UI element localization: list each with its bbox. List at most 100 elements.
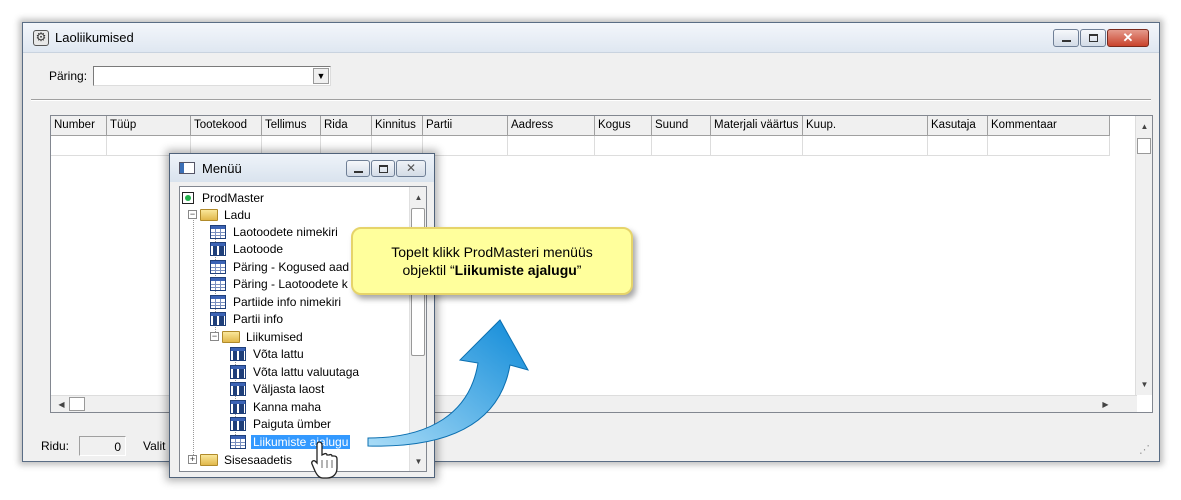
app-gear-icon: ⚙ — [33, 30, 49, 46]
table-cell[interactable] — [508, 136, 595, 156]
form-icon — [230, 399, 246, 414]
tree-node-ladu[interactable]: − Ladu — [188, 206, 253, 223]
scroll-right-icon[interactable]: ▶ — [1097, 396, 1114, 413]
form-icon — [230, 364, 246, 379]
collapse-icon[interactable]: − — [210, 332, 219, 341]
tree-node-sisesaadetis[interactable]: + Sisesaadetis — [188, 451, 294, 468]
column-header[interactable]: Kuup. — [803, 116, 928, 136]
resize-grip-icon[interactable]: ⋰ — [1139, 444, 1151, 456]
scroll-up-icon[interactable]: ▲ — [410, 189, 426, 206]
tree-item-vota-lattu[interactable]: Võta lattu — [230, 345, 306, 362]
tree-root[interactable]: ProdMaster — [182, 189, 266, 206]
tree-item-label: Partii info — [233, 311, 284, 326]
grid-header: Number Tüüp Tootekood Tellimus Rida Kinnitus P… — [51, 116, 1113, 136]
callout-line1: Topelt klikk ProdMasteri menüüs — [391, 244, 593, 260]
minimize-icon — [354, 171, 363, 173]
table-cell[interactable] — [652, 136, 711, 156]
column-header[interactable]: Tüüp — [107, 116, 191, 136]
table-cell[interactable] — [711, 136, 803, 156]
maximize-button[interactable] — [1080, 29, 1106, 47]
table-icon — [210, 276, 226, 291]
scroll-down-icon[interactable]: ▼ — [1136, 376, 1153, 393]
column-header[interactable]: Kogus — [595, 116, 652, 136]
column-header[interactable]: Tellimus — [262, 116, 321, 136]
table-cell[interactable] — [51, 136, 107, 156]
minimize-button[interactable] — [1053, 29, 1079, 47]
tree-item-paiguta-umber[interactable]: Paiguta ümber — [230, 415, 333, 432]
table-cell[interactable] — [423, 136, 508, 156]
scroll-down-icon[interactable]: ▼ — [410, 453, 426, 470]
table-cell[interactable] — [803, 136, 928, 156]
column-header[interactable]: Aadress — [508, 116, 595, 136]
tree-node-liikumised[interactable]: − Liikumised — [210, 328, 305, 345]
hand-cursor-icon — [311, 441, 338, 479]
table-cell[interactable] — [595, 136, 652, 156]
scroll-left-icon[interactable]: ◀ — [53, 396, 70, 413]
table-icon — [230, 434, 246, 449]
form-icon — [230, 381, 246, 396]
menu-close-button[interactable]: ✕ — [396, 160, 426, 177]
separator — [31, 99, 1151, 101]
table-icon — [210, 224, 226, 239]
tree-node-label: Liikumised — [246, 329, 303, 344]
collapse-icon[interactable]: − — [188, 210, 197, 219]
column-header[interactable]: Kasutaja — [928, 116, 988, 136]
curved-arrow-icon — [367, 319, 530, 447]
tree-item-laotoodete-nimekiri[interactable]: Laotoodete nimekiri — [210, 223, 340, 240]
scroll-up-icon[interactable]: ▲ — [1136, 118, 1153, 135]
menu-minimize-button[interactable] — [346, 160, 370, 177]
tree-item-valjasta-laost[interactable]: Väljasta laost — [230, 380, 326, 397]
menu-title: Menüü — [202, 161, 242, 176]
column-header[interactable]: Materjali väärtus — [711, 116, 803, 136]
column-header[interactable]: Kinnitus — [372, 116, 423, 136]
prodmaster-icon — [182, 191, 194, 204]
column-header[interactable]: Tootekood — [191, 116, 262, 136]
tree-item-label: Laotoode — [233, 241, 284, 256]
tree-item-partii-info[interactable]: Partii info — [210, 310, 285, 327]
scroll-thumb[interactable] — [1137, 138, 1151, 154]
table-icon — [210, 259, 226, 274]
column-header[interactable]: Rida — [321, 116, 372, 136]
column-header[interactable]: Partii — [423, 116, 508, 136]
close-button[interactable]: ✕ — [1107, 29, 1149, 47]
menu-titlebar[interactable]: Menüü ✕ — [170, 154, 434, 182]
vertical-scrollbar[interactable]: ▲ ▼ — [1135, 116, 1152, 395]
rows-label: Ridu: — [41, 439, 70, 453]
query-dropdown[interactable]: ▼ — [93, 66, 331, 86]
tree-item-partiide-info[interactable]: Partiide info nimekiri — [210, 293, 343, 310]
tree-node-label: Ladu — [224, 207, 251, 222]
column-header[interactable]: Suund — [652, 116, 711, 136]
menu-maximize-button[interactable] — [371, 160, 395, 177]
maximize-icon — [1089, 34, 1098, 42]
table-cell[interactable] — [928, 136, 988, 156]
callout-line2: objektil “Liikumiste ajalugu” — [353, 261, 631, 279]
tree-item-label: Laotoodete nimekiri — [233, 224, 338, 239]
tree-item-label: Paiguta ümber — [253, 416, 332, 431]
tree-item-label: Päring - Laotoodete k — [233, 276, 348, 291]
tree-item-label: Päring - Kogused aad — [233, 259, 350, 274]
tree-root-label: ProdMaster — [202, 190, 265, 205]
tree-item-paring-laotoodete[interactable]: Päring - Laotoodete k — [210, 275, 350, 292]
tree-connector — [193, 213, 194, 459]
tree-item-paring-kogused[interactable]: Päring - Kogused aad — [210, 258, 351, 275]
form-icon — [210, 311, 226, 326]
minimize-icon — [1062, 40, 1071, 42]
instruction-callout: Topelt klikk ProdMasteri menüüs objektil… — [351, 227, 633, 295]
tree-item-kanna-maha[interactable]: Kanna maha — [230, 398, 323, 415]
rows-count: 0 — [79, 436, 126, 456]
column-header[interactable]: Kommentaar — [988, 116, 1110, 136]
folder-icon — [200, 453, 218, 466]
close-icon: ✕ — [1122, 30, 1134, 45]
close-icon: ✕ — [405, 161, 417, 175]
dropdown-arrow-icon[interactable]: ▼ — [313, 68, 329, 84]
expand-icon[interactable]: + — [188, 455, 197, 464]
column-header[interactable]: Number — [51, 116, 107, 136]
window-titlebar[interactable]: ⚙ Laoliikumised ✕ — [23, 23, 1159, 53]
scroll-thumb[interactable] — [69, 397, 85, 411]
table-cell[interactable] — [988, 136, 1110, 156]
callout-suffix: ” — [576, 262, 582, 278]
query-label: Päring: — [49, 69, 88, 83]
window-title: Laoliikumised — [55, 30, 134, 45]
tree-item-vota-lattu-valuutaga[interactable]: Võta lattu valuutaga — [230, 363, 361, 380]
tree-item-laotoode[interactable]: Laotoode — [210, 240, 285, 257]
